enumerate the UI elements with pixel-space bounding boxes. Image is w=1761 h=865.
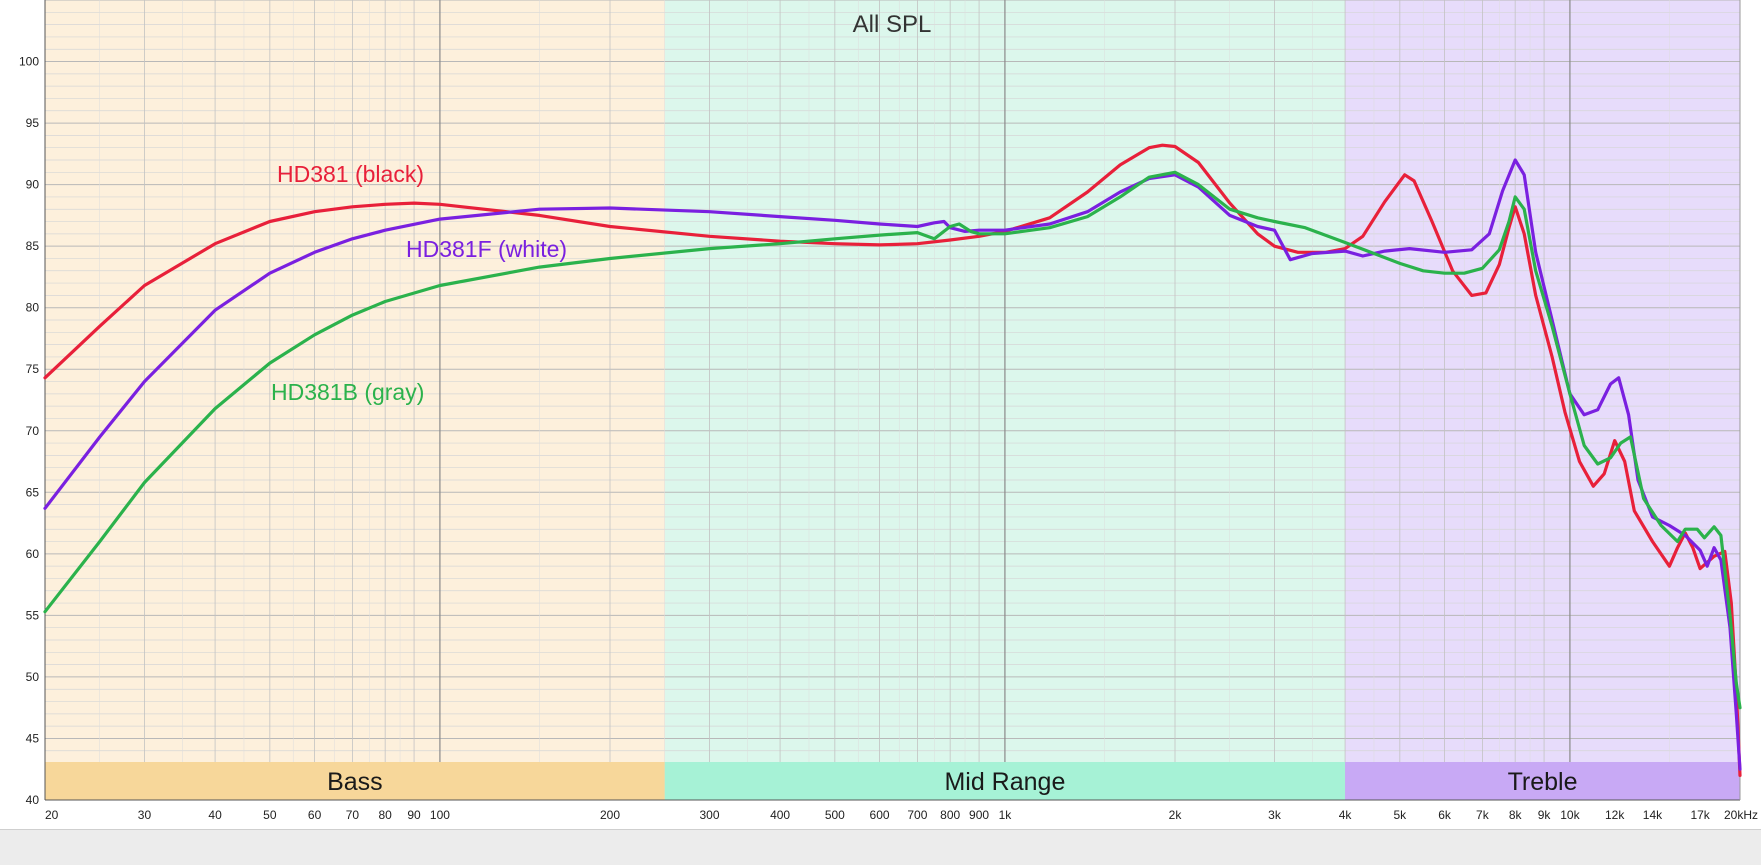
x-tick-label: 500 [825,808,845,822]
x-tick-label: 80 [378,808,392,822]
y-tick-label: 60 [26,547,40,561]
x-tick-label: 70 [346,808,360,822]
x-tick-label: 800 [940,808,960,822]
x-tick-label: 50 [263,808,277,822]
x-tick-label: 300 [699,808,719,822]
series-label-2: HD381B (gray) [271,379,424,405]
y-tick-label: 40 [26,793,40,807]
x-tick-label: 200 [600,808,620,822]
y-tick-label: 70 [26,424,40,438]
series-label-0: HD381 (black) [277,161,424,187]
x-tick-label: 9k [1538,808,1552,822]
y-tick-label: 55 [26,608,40,622]
x-tick-label: 5k [1393,808,1407,822]
x-tick-label: 10k [1560,808,1580,822]
x-tick-label: 400 [770,808,790,822]
chart-title: All SPL [853,11,932,38]
y-tick-label: 85 [26,239,40,253]
x-tick-label: 4k [1339,808,1353,822]
x-tick-label: 20 [45,808,59,822]
x-tick-label: 600 [870,808,890,822]
x-tick-label: 900 [969,808,989,822]
band-label-2: Treble [1508,768,1578,796]
x-tick-label: 17k [1690,808,1710,822]
x-tick-label: 40 [208,808,222,822]
chart-svg: Bass Mid Range Treble 40 45 50 55 60 65 70 75 80 85… [19,0,1758,822]
x-tick-label: 7k [1476,808,1490,822]
x-tick-label: 1k [999,808,1013,822]
x-tick-label: 14k [1643,808,1663,822]
x-tick-label: 8k [1509,808,1523,822]
y-tick-label: 75 [26,362,40,376]
x-tick-label: 60 [308,808,322,822]
band-region-2 [1345,0,1740,800]
frequency-response-chart: Bass Mid Range Treble 40 45 50 55 60 65 70 75 80 85… [0,0,1761,864]
series-label-1: HD381F (white) [406,236,567,262]
x-tick-label: 700 [907,808,927,822]
x-tick-label: 3k [1268,808,1282,822]
status-bar [0,829,1761,865]
y-tick-label: 100 [19,55,39,69]
x-tick-label: 12k [1605,808,1625,822]
y-tick-label: 65 [26,485,40,499]
y-tick-label: 90 [26,178,40,192]
y-tick-label: 80 [26,301,40,315]
band-label-1: Mid Range [944,768,1065,796]
x-tick-label: 30 [138,808,152,822]
y-tick-label: 45 [26,731,40,745]
x-tick-label: 90 [407,808,421,822]
x-tick-label: 100 [430,808,450,822]
band-label-0: Bass [327,768,383,796]
y-tick-label: 95 [26,116,40,130]
x-tick-label: 6k [1438,808,1452,822]
y-tick-label: 50 [26,670,40,684]
x-tick-label: 2k [1169,808,1183,822]
x-tick-label: 20kHz [1724,808,1758,822]
